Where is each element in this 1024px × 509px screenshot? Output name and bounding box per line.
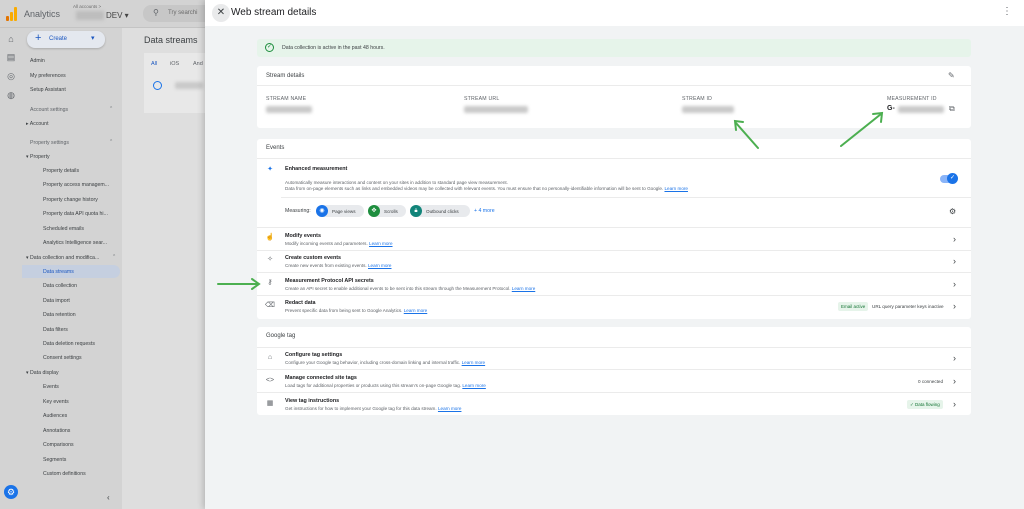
arrow-to-stream-id — [735, 122, 759, 149]
annotation-arrows — [217, 111, 884, 290]
arrow-to-measurement-id — [840, 113, 882, 147]
